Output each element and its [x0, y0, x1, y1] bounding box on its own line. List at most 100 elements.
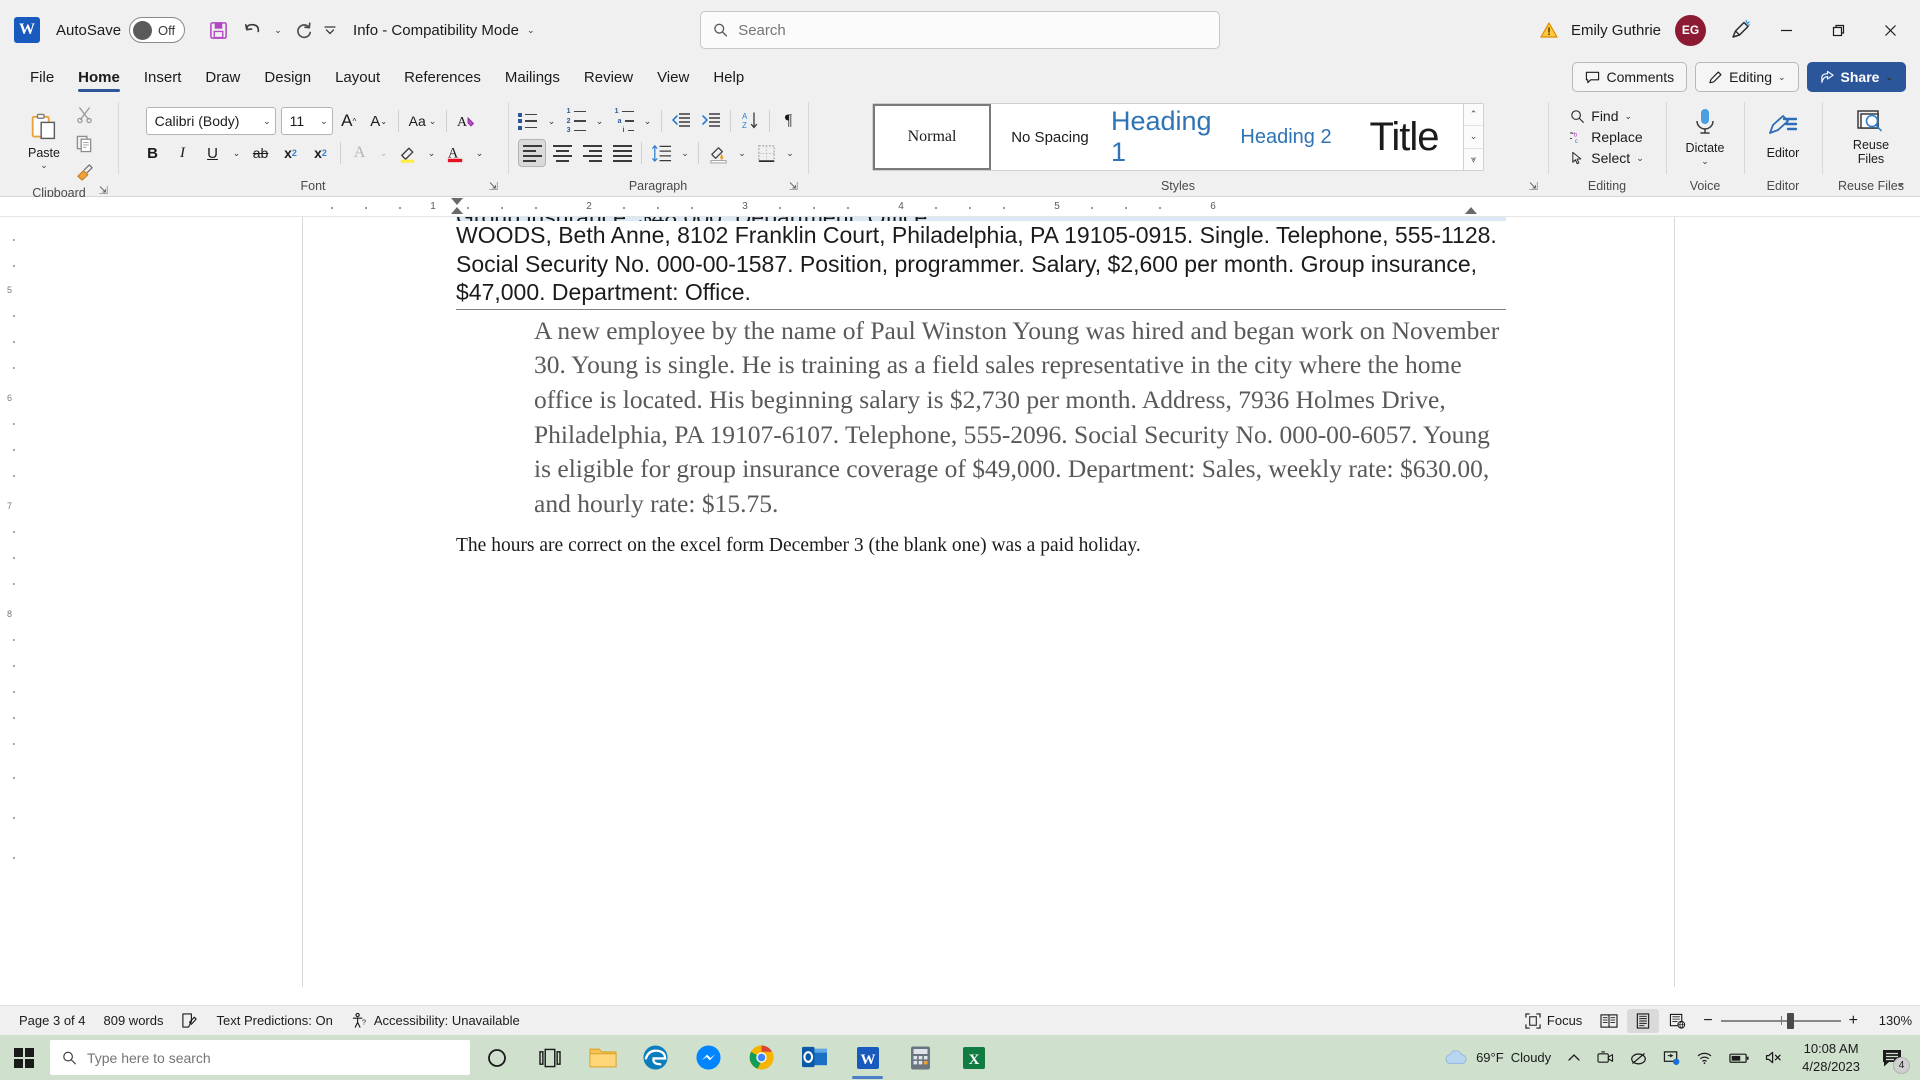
strikethrough-button[interactable]: ab [247, 139, 275, 167]
text-effects-button[interactable]: A [346, 139, 374, 167]
right-indent-marker[interactable] [1465, 207, 1477, 214]
find-button[interactable]: Find ⌄ [1564, 106, 1649, 126]
horizontal-ruler[interactable]: 1 2 3 4 5 6 [0, 197, 1920, 217]
zoom-track[interactable] [1720, 1012, 1841, 1029]
font-name-combo[interactable]: Calibri (Body) ⌄ [145, 107, 276, 135]
share-button[interactable]: Share ⌄ [1806, 62, 1906, 92]
styles-scroll-up-icon[interactable]: ⌃ [1464, 104, 1483, 127]
numbering-chevron-down-icon[interactable]: ⌄ [592, 107, 608, 135]
subscript-button[interactable]: x2 [277, 139, 305, 167]
avatar[interactable]: EG [1675, 14, 1706, 46]
zoom-in-button[interactable]: + [1849, 1012, 1858, 1030]
tab-file[interactable]: File [18, 65, 66, 94]
taskbar-app-outlook[interactable] [788, 1035, 841, 1080]
cortana-button[interactable] [470, 1035, 523, 1080]
font-color-chevron-down-icon[interactable]: ⌄ [472, 139, 488, 167]
change-case-button[interactable]: Aa ⌄ [404, 107, 442, 135]
tab-insert[interactable]: Insert [132, 65, 194, 94]
editing-mode-button[interactable]: Editing ⌄ [1695, 62, 1799, 92]
styles-scroll-down-icon[interactable]: ⌄ [1464, 126, 1483, 149]
paragraph-hours-note[interactable]: The hours are correct on the excel form … [456, 533, 1506, 558]
show-hidden-icons-button[interactable] [1560, 1047, 1588, 1069]
zoom-slider[interactable]: − + [1703, 1012, 1858, 1030]
dictate-chevron-down-icon[interactable]: ⌄ [1701, 156, 1709, 167]
show-formatting-marks-button[interactable]: ¶ [775, 107, 803, 135]
align-center-button[interactable] [548, 139, 576, 167]
sort-button[interactable]: AZ [736, 107, 764, 135]
paragraph-young-record[interactable]: A new employee by the name of Paul Winst… [534, 314, 1506, 522]
increase-indent-button[interactable] [697, 107, 725, 135]
clear-formatting-button[interactable]: A [452, 107, 480, 135]
zoom-level[interactable]: 130% [1868, 1013, 1912, 1028]
autosave-toggle[interactable]: Off [129, 17, 186, 43]
taskbar-app-google-chrome[interactable] [735, 1035, 788, 1080]
taskbar-app-file-explorer[interactable] [576, 1035, 629, 1080]
document-page[interactable]: Group insurance, $48,000. Department: Of… [302, 217, 1675, 987]
multilevel-chevron-down-icon[interactable]: ⌄ [640, 107, 656, 135]
no-entry-tray-icon[interactable] [1623, 1046, 1654, 1070]
font-dialog-launcher[interactable]: ⇲ [489, 180, 498, 193]
battery-tray-icon[interactable] [1722, 1047, 1756, 1069]
taskbar-app-microsoft-edge[interactable] [629, 1035, 682, 1080]
notifications-button[interactable]: 4 [1872, 1035, 1912, 1080]
highlight-chevron-down-icon[interactable]: ⌄ [424, 139, 440, 167]
task-view-button[interactable] [523, 1035, 576, 1080]
replace-button[interactable]: bc Replace [1564, 127, 1649, 147]
cut-button[interactable] [70, 100, 98, 128]
read-mode-button[interactable] [1593, 1009, 1625, 1033]
editor-button[interactable]: Editor [1755, 112, 1811, 162]
camera-tray-icon[interactable] [1590, 1046, 1621, 1069]
comments-button[interactable]: Comments [1572, 62, 1688, 92]
search-box[interactable] [700, 11, 1220, 49]
align-left-button[interactable] [518, 139, 546, 167]
proofing-status[interactable] [172, 1009, 207, 1032]
shading-button[interactable] [704, 139, 732, 167]
undo-dropdown-icon[interactable]: ⌄ [269, 13, 287, 47]
tab-mailings[interactable]: Mailings [493, 65, 572, 94]
paste-button[interactable]: Paste ⌄ [20, 110, 68, 174]
styles-dialog-launcher[interactable]: ⇲ [1529, 180, 1538, 193]
align-right-button[interactable] [578, 139, 606, 167]
text-predictions-status[interactable]: Text Predictions: On [207, 1010, 341, 1031]
style-heading-1[interactable]: Heading 1 [1109, 104, 1227, 170]
tab-draw[interactable]: Draw [193, 65, 252, 94]
save-icon[interactable] [201, 13, 235, 47]
style-no-spacing[interactable]: No Spacing [991, 104, 1109, 170]
italic-button[interactable]: I [169, 139, 197, 167]
borders-chevron-down-icon[interactable]: ⌄ [782, 139, 798, 167]
multilevel-list-button[interactable]: 1 a i [610, 107, 638, 135]
restore-button[interactable] [1814, 9, 1862, 51]
zoom-out-button[interactable]: − [1703, 1012, 1712, 1030]
tab-home[interactable]: Home [66, 65, 132, 94]
tab-view[interactable]: View [645, 65, 701, 94]
borders-button[interactable] [752, 139, 780, 167]
first-line-indent-marker[interactable] [451, 198, 463, 205]
volume-tray-icon[interactable] [1758, 1046, 1790, 1069]
select-button[interactable]: Select ⌄ [1564, 148, 1649, 168]
underline-button[interactable]: U [199, 139, 227, 167]
taskbar-app-messenger[interactable] [682, 1035, 735, 1080]
tab-references[interactable]: References [392, 65, 493, 94]
start-button[interactable] [0, 1035, 48, 1080]
web-layout-button[interactable] [1661, 1009, 1693, 1033]
hanging-indent-marker[interactable] [451, 207, 463, 214]
shrink-font-button[interactable]: A ⌄ [365, 107, 393, 135]
close-button[interactable] [1866, 9, 1914, 51]
paragraph-dialog-launcher[interactable]: ⇲ [789, 180, 798, 193]
line-spacing-chevron-down-icon[interactable]: ⌄ [677, 139, 693, 167]
tab-design[interactable]: Design [252, 65, 323, 94]
font-size-combo[interactable]: 11 ⌄ [280, 107, 333, 135]
zoom-thumb[interactable] [1786, 1012, 1794, 1029]
weather-widget[interactable]: 69°F Cloudy [1436, 1044, 1558, 1072]
clipboard-dialog-launcher[interactable]: ⇲ [99, 184, 108, 197]
document-content[interactable]: Group insurance, $48,000. Department: Of… [456, 217, 1506, 558]
redo-icon[interactable] [287, 13, 321, 47]
superscript-button[interactable]: x2 [307, 139, 335, 167]
undo-icon[interactable] [235, 13, 269, 47]
underline-chevron-down-icon[interactable]: ⌄ [229, 139, 245, 167]
bullets-button[interactable] [514, 107, 542, 135]
customize-quick-access-icon[interactable] [321, 13, 339, 47]
paste-chevron-down-icon[interactable]: ⌄ [40, 160, 48, 171]
wifi-tray-icon[interactable] [1689, 1046, 1720, 1069]
styles-more-icon[interactable]: ⩔ [1464, 149, 1483, 170]
